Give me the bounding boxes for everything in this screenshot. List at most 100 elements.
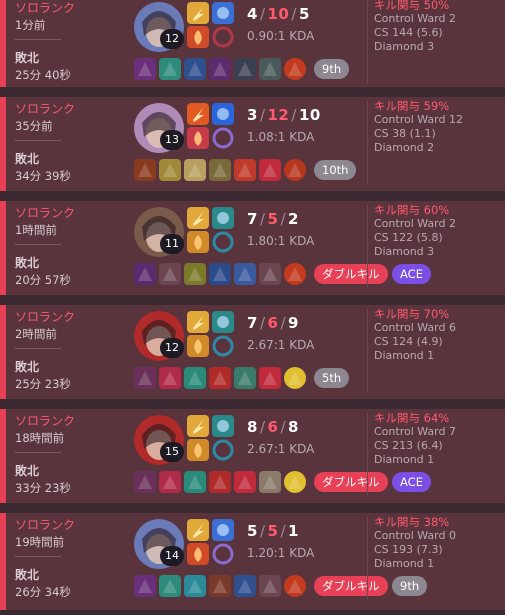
kill-participation: キル関与 59% <box>374 99 450 113</box>
item-icon[interactable] <box>184 575 206 597</box>
queue-type: ソロランク <box>15 414 76 428</box>
time-ago: 1時間前 <box>15 223 57 237</box>
secondary-rune-icon[interactable] <box>212 439 234 461</box>
match-result: 敗北 <box>15 51 40 65</box>
item-icon[interactable] <box>184 367 206 389</box>
secondary-rune-icon[interactable] <box>212 26 234 48</box>
item-icon[interactable] <box>134 263 156 285</box>
kda-slash: / <box>259 5 266 23</box>
item-icon[interactable] <box>159 58 181 80</box>
cs-count: CS 38 (1.1) <box>374 127 436 140</box>
kill-participation: キル関与 60% <box>374 203 450 217</box>
trinket-icon[interactable] <box>284 471 306 493</box>
queue-type: ソロランク <box>15 206 76 220</box>
assists: 5 <box>298 5 310 23</box>
item-icon[interactable] <box>134 58 156 80</box>
item-icon[interactable] <box>209 263 231 285</box>
kda-slash: / <box>291 106 297 124</box>
match-duration: 25分 40秒 <box>15 68 71 82</box>
secondary-rune-icon[interactable] <box>212 335 234 357</box>
assists: 2 <box>288 210 299 228</box>
item-icon[interactable] <box>234 367 256 389</box>
match-card[interactable]: ソロランク 2時間前 敗北 25分 23秒 12 7/6/9 2.67:1 KD… <box>0 305 505 399</box>
primary-rune-icon[interactable] <box>187 231 209 253</box>
summoner-spell-flash-icon[interactable] <box>187 2 209 24</box>
primary-rune-icon[interactable] <box>187 439 209 461</box>
summoner-spell-flash-icon[interactable] <box>187 103 209 125</box>
item-icon[interactable] <box>184 471 206 493</box>
item-icon[interactable] <box>234 58 256 80</box>
match-card[interactable]: ソロランク 18時間前 敗北 33分 23秒 15 8/6/8 2.67:1 K… <box>0 409 505 503</box>
kda-slash: / <box>259 210 266 228</box>
item-icon[interactable] <box>259 58 281 80</box>
item-icon[interactable] <box>159 367 181 389</box>
summoner-spell-icon[interactable] <box>212 519 234 541</box>
item-icon[interactable] <box>134 575 156 597</box>
item-icon[interactable] <box>209 471 231 493</box>
match-card[interactable]: ソロランク 1分前 敗北 25分 40秒 12 4/10/5 0.90:1 KD… <box>0 0 505 87</box>
primary-rune-icon[interactable] <box>187 335 209 357</box>
kda-slash: / <box>280 418 286 436</box>
primary-rune-icon[interactable] <box>187 127 209 149</box>
item-icon[interactable] <box>209 367 231 389</box>
item-icon[interactable] <box>234 263 256 285</box>
item-icon[interactable] <box>134 367 156 389</box>
primary-rune-icon[interactable] <box>187 26 209 48</box>
summoner-spell-icon[interactable] <box>212 207 234 229</box>
item-icon[interactable] <box>134 159 156 181</box>
item-icon[interactable] <box>234 471 256 493</box>
summoner-spell-flash-icon[interactable] <box>187 415 209 437</box>
item-icon[interactable] <box>184 263 206 285</box>
match-card[interactable]: ソロランク 35分前 敗北 34分 39秒 13 3/12/10 1.08:1 … <box>0 97 505 191</box>
match-stats: キル関与 38% Control Ward 0 CS 193 (7.3) Dia… <box>374 515 456 571</box>
secondary-rune-icon[interactable] <box>212 231 234 253</box>
kda-slash: / <box>259 522 266 540</box>
item-icon[interactable] <box>209 575 231 597</box>
match-card[interactable]: ソロランク 19時間前 敗北 26分 34秒 14 5/5/1 1.20:1 K… <box>0 513 505 610</box>
item-icon[interactable] <box>159 471 181 493</box>
divider <box>367 413 368 497</box>
item-icon[interactable] <box>209 159 231 181</box>
summoner-spell-flash-icon[interactable] <box>187 207 209 229</box>
kills: 3 <box>247 106 258 124</box>
item-icon[interactable] <box>184 58 206 80</box>
champion-level-badge: 12 <box>160 338 184 358</box>
time-ago: 19時間前 <box>15 535 65 549</box>
item-icon[interactable] <box>159 575 181 597</box>
summoner-spell-icon[interactable] <box>212 103 234 125</box>
item-icon[interactable] <box>234 159 256 181</box>
item-icon[interactable] <box>159 159 181 181</box>
secondary-rune-icon[interactable] <box>212 127 234 149</box>
summoner-spell-flash-icon[interactable] <box>187 311 209 333</box>
control-ward-count: Control Ward 12 <box>374 113 463 126</box>
trinket-icon[interactable] <box>284 263 306 285</box>
trinket-icon[interactable] <box>284 58 306 80</box>
trinket-icon[interactable] <box>284 367 306 389</box>
kda-slash: / <box>280 210 286 228</box>
item-icon[interactable] <box>259 367 281 389</box>
assists: 8 <box>288 418 299 436</box>
item-icon[interactable] <box>259 471 281 493</box>
item-icon[interactable] <box>134 471 156 493</box>
item-icon[interactable] <box>209 58 231 80</box>
match-card[interactable]: ソロランク 1時間前 敗北 20分 57秒 11 7/5/2 1.80:1 KD… <box>0 201 505 295</box>
match-result: 敗北 <box>15 568 40 582</box>
summoner-spell-flash-icon[interactable] <box>187 519 209 541</box>
trinket-icon[interactable] <box>284 575 306 597</box>
match-result: 敗北 <box>15 464 40 478</box>
item-icon[interactable] <box>234 575 256 597</box>
item-icon[interactable] <box>259 575 281 597</box>
item-icon[interactable] <box>259 263 281 285</box>
average-rank: Diamond 3 <box>374 245 435 258</box>
item-icon[interactable] <box>259 159 281 181</box>
item-icon[interactable] <box>184 159 206 181</box>
item-icon[interactable] <box>159 263 181 285</box>
secondary-rune-icon[interactable] <box>212 543 234 565</box>
summoner-spell-icon[interactable] <box>212 311 234 333</box>
primary-rune-icon[interactable] <box>187 543 209 565</box>
summoner-spell-icon[interactable] <box>212 2 234 24</box>
kda-ratio: 2.67:1 KDA <box>247 442 315 456</box>
trinket-icon[interactable] <box>284 159 306 181</box>
summoner-spell-icon[interactable] <box>212 415 234 437</box>
average-rank: Diamond 2 <box>374 141 435 154</box>
